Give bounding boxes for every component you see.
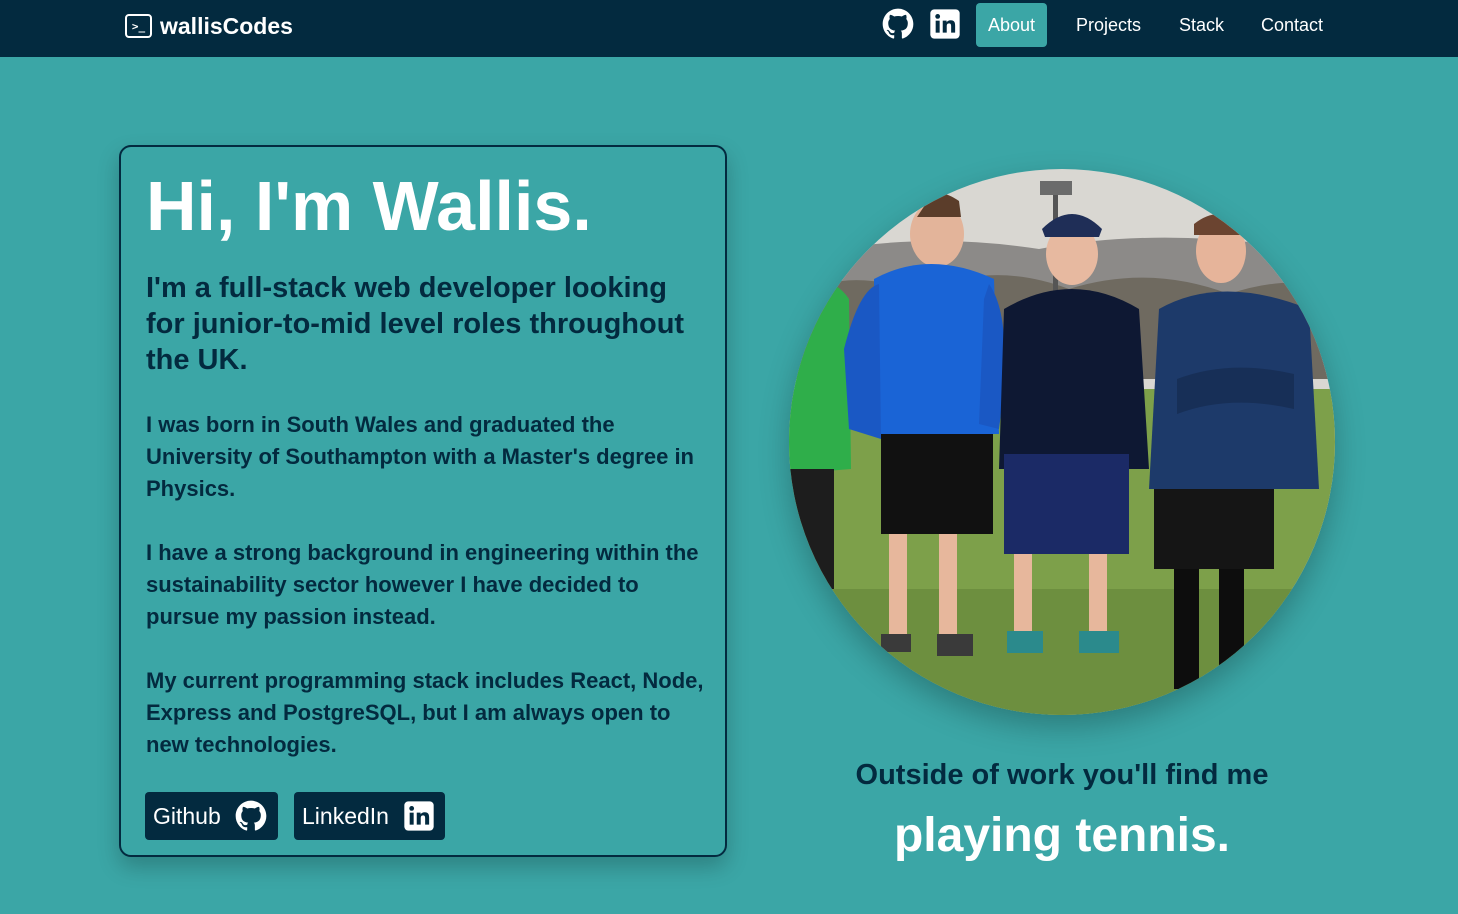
bio-paragraph-background: I have a strong background in engineerin… (146, 540, 699, 629)
brand-name: wallisCodes (160, 12, 293, 39)
brand-link[interactable]: >_ wallisCodes (125, 11, 293, 41)
linkedin-button[interactable]: LinkedIn (294, 792, 445, 840)
nav-link-about[interactable]: About (976, 3, 1048, 47)
linkedin-button-label: LinkedIn (302, 802, 389, 829)
nav-link-stack[interactable]: Stack (1167, 3, 1236, 47)
github-icon (235, 800, 267, 831)
linkedin-icon (404, 801, 434, 831)
hero-title: Hi, I'm Wallis. (146, 167, 592, 245)
terminal-icon: >_ (125, 14, 152, 38)
hobby-tagline: Outside of work you'll find me (855, 759, 1269, 791)
github-icon-svg (882, 8, 914, 39)
tennis-photo-illustration (789, 169, 1335, 715)
github-icon[interactable] (882, 8, 914, 40)
linkedin-icon[interactable] (929, 8, 961, 40)
github-button-label: Github (153, 802, 221, 829)
nav-link-projects[interactable]: Projects (1064, 3, 1153, 47)
nav-link-contact[interactable]: Contact (1249, 3, 1335, 47)
bio-paragraph-stack: My current programming stack includes Re… (146, 668, 704, 757)
linkedin-icon-svg (930, 9, 960, 39)
profile-photo (789, 169, 1335, 715)
hero-subtitle: I'm a full-stack web developer looking f… (146, 272, 685, 376)
about-card: Hi, I'm Wallis. I'm a full-stack web dev… (119, 145, 727, 857)
github-button[interactable]: Github (145, 792, 278, 840)
navbar: >_ wallisCodes About Projects Stack Cont… (0, 0, 1458, 57)
bio-paragraph-education: I was born in South Wales and graduated … (146, 412, 694, 501)
hobby-tagline-emphasis: playing tennis. (893, 809, 1231, 862)
